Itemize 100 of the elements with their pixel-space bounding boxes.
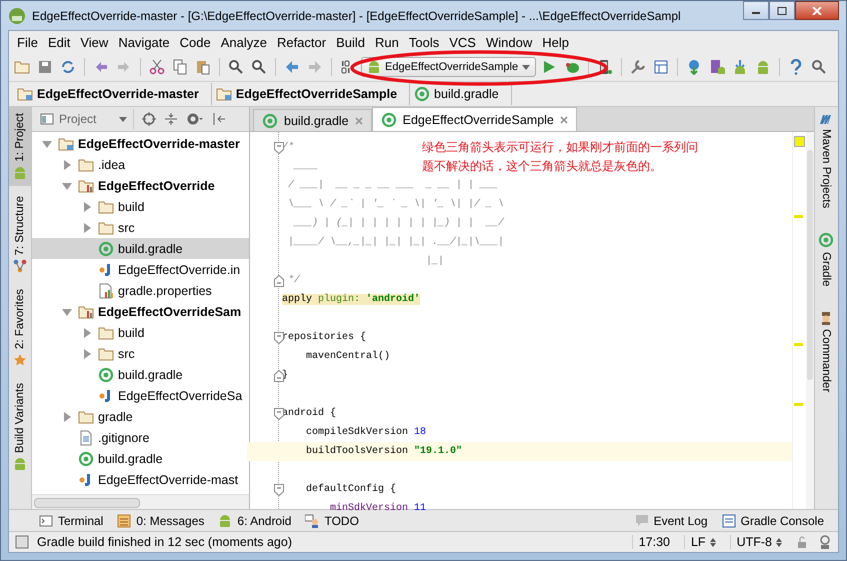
target-icon[interactable] — [142, 112, 156, 126]
menu-item[interactable]: Edit — [42, 34, 76, 50]
tree-item[interactable]: build.gradle — [32, 364, 249, 385]
menu-item[interactable]: Refactor — [272, 34, 332, 50]
back-arrow-icon[interactable] — [284, 59, 300, 75]
tool-window-tab[interactable]: Terminal — [39, 514, 104, 528]
expanded-arrow-icon[interactable] — [62, 306, 72, 316]
collapsed-arrow-icon[interactable] — [82, 202, 92, 212]
collapsed-arrow-icon[interactable] — [82, 348, 92, 358]
menu-item[interactable]: File — [12, 34, 43, 50]
search-icon[interactable] — [228, 59, 244, 75]
tree-item[interactable]: .idea — [32, 154, 249, 175]
scrollbar-thumb[interactable] — [807, 150, 813, 380]
collapsed-arrow-icon[interactable] — [82, 222, 92, 232]
menu-item[interactable]: Tools — [404, 34, 444, 50]
tree-item[interactable]: build.gradle — [32, 448, 249, 469]
fold-marker-icon[interactable] — [274, 332, 284, 344]
menu-item[interactable]: Run — [370, 34, 404, 50]
tool-window-tab[interactable]: Event Log — [634, 514, 708, 528]
close-icon[interactable] — [560, 116, 568, 124]
avd-manager-icon[interactable] — [709, 59, 726, 75]
code-line: minSdkVersion 11 — [329, 503, 426, 514]
tree-item[interactable]: gradle — [32, 406, 249, 427]
text-file-icon — [78, 430, 94, 446]
close-icon[interactable] — [354, 116, 363, 124]
sync-icon[interactable] — [60, 59, 76, 75]
tree-item[interactable]: src — [32, 343, 249, 364]
expanded-arrow-icon[interactable] — [62, 180, 72, 190]
menu-item[interactable]: Help — [537, 34, 574, 50]
folder-icon — [98, 346, 114, 360]
maximize-button[interactable] — [769, 1, 795, 20]
run-icon[interactable] — [541, 59, 558, 75]
tree-item[interactable]: build — [32, 322, 249, 343]
device-icon[interactable] — [597, 59, 614, 75]
menu-item[interactable]: Code — [174, 34, 216, 50]
search-icon[interactable] — [811, 59, 828, 75]
collapse-icon[interactable] — [164, 112, 178, 126]
wrench-icon[interactable] — [630, 59, 646, 75]
tool-window-tab[interactable]: Maven Projects — [815, 107, 837, 214]
tree-item[interactable]: EdgeEffectOverride-master — [32, 133, 249, 154]
breadcrumb[interactable]: build.gradle — [410, 83, 512, 105]
tree-item[interactable]: EdgeEffectOverrideSam — [32, 301, 249, 322]
fold-marker-icon[interactable] — [274, 370, 284, 382]
fold-marker-icon[interactable] — [274, 274, 284, 286]
breadcrumb[interactable]: EdgeEffectOverrideSample — [212, 83, 410, 105]
editor-tab[interactable]: build.gradle — [253, 109, 372, 131]
save-icon[interactable] — [37, 59, 53, 75]
menu-item[interactable]: VCS — [444, 34, 481, 50]
breadcrumb[interactable]: EdgeEffectOverride-master — [13, 83, 212, 105]
fold-marker-icon[interactable] — [274, 484, 284, 496]
cursor-position[interactable]: 17:30 — [632, 535, 676, 549]
collapsed-arrow-icon[interactable] — [82, 328, 92, 338]
copy-icon[interactable] — [172, 59, 188, 75]
tree-item[interactable]: .gitignore — [32, 427, 249, 448]
replace-icon[interactable] — [251, 59, 267, 75]
close-button[interactable] — [795, 1, 839, 20]
tree-item[interactable]: EdgeEffectOverride — [32, 175, 249, 196]
encoding-dropdown[interactable]: UTF-8 — [730, 535, 788, 549]
tool-window-tab[interactable]: 0: Messages — [117, 514, 204, 528]
inspector-icon[interactable] — [818, 535, 832, 549]
scrollbar-thumb[interactable] — [34, 498, 140, 508]
tree-item[interactable]: EdgeEffectOverride.in — [32, 259, 249, 280]
toggle-panel-icon[interactable] — [15, 535, 29, 549]
project-structure-icon[interactable] — [653, 59, 670, 75]
tree-item[interactable]: gradle.properties — [32, 280, 249, 301]
tree-item[interactable]: build — [32, 196, 249, 217]
tool-window-tab[interactable]: Build Variants — [9, 377, 31, 478]
menu-item[interactable]: Build — [331, 34, 370, 50]
tree-item[interactable]: src — [32, 217, 249, 238]
tool-window-tab[interactable]: 1: Project — [9, 107, 31, 186]
gear-icon[interactable] — [186, 112, 204, 126]
annotation-text: 绿色三角箭头表示可运行，如果刚才前面的一系列问 — [422, 139, 698, 156]
editor-tab[interactable]: EdgeEffectOverrideSample — [372, 107, 577, 131]
collapsed-arrow-icon[interactable] — [62, 160, 72, 170]
tool-window-tab[interactable]: 6: Android — [218, 514, 292, 528]
tool-window-tab[interactable]: 2: Favorites — [9, 283, 31, 374]
tool-window-tab[interactable]: Gradle Console — [722, 514, 824, 528]
tool-window-tab[interactable]: Gradle — [815, 226, 837, 293]
tool-window-tab[interactable]: 7: Structure — [9, 190, 31, 280]
menu-item[interactable]: Navigate — [113, 34, 175, 50]
hide-panel-icon[interactable] — [212, 112, 226, 126]
minimize-button[interactable] — [743, 1, 769, 20]
run-configuration-dropdown[interactable]: EdgeEffectOverrideSample — [361, 57, 536, 77]
console-icon — [722, 514, 736, 528]
expanded-arrow-icon[interactable] — [42, 138, 52, 148]
line-separator-dropdown[interactable]: LF — [684, 535, 722, 549]
tree-item[interactable]: EdgeEffectOverrideSa — [32, 385, 249, 406]
paste-icon[interactable] — [195, 59, 211, 75]
fold-marker-icon[interactable] — [274, 408, 284, 420]
tool-window-tab[interactable]: TODO — [305, 514, 359, 528]
tool-window-tab[interactable]: Commander — [815, 304, 837, 398]
menu-item[interactable]: Analyze — [216, 34, 272, 50]
open-folder-icon[interactable] — [14, 59, 30, 75]
menu-item[interactable]: View — [75, 34, 114, 50]
menu-item[interactable]: Window — [480, 34, 538, 50]
tree-item[interactable]: build.gradle — [32, 238, 249, 259]
collapsed-arrow-icon[interactable] — [62, 412, 72, 422]
tree-item[interactable]: EdgeEffectOverride-mast — [32, 469, 249, 490]
fold-marker-icon[interactable] — [274, 142, 284, 154]
cut-icon[interactable] — [149, 59, 165, 75]
